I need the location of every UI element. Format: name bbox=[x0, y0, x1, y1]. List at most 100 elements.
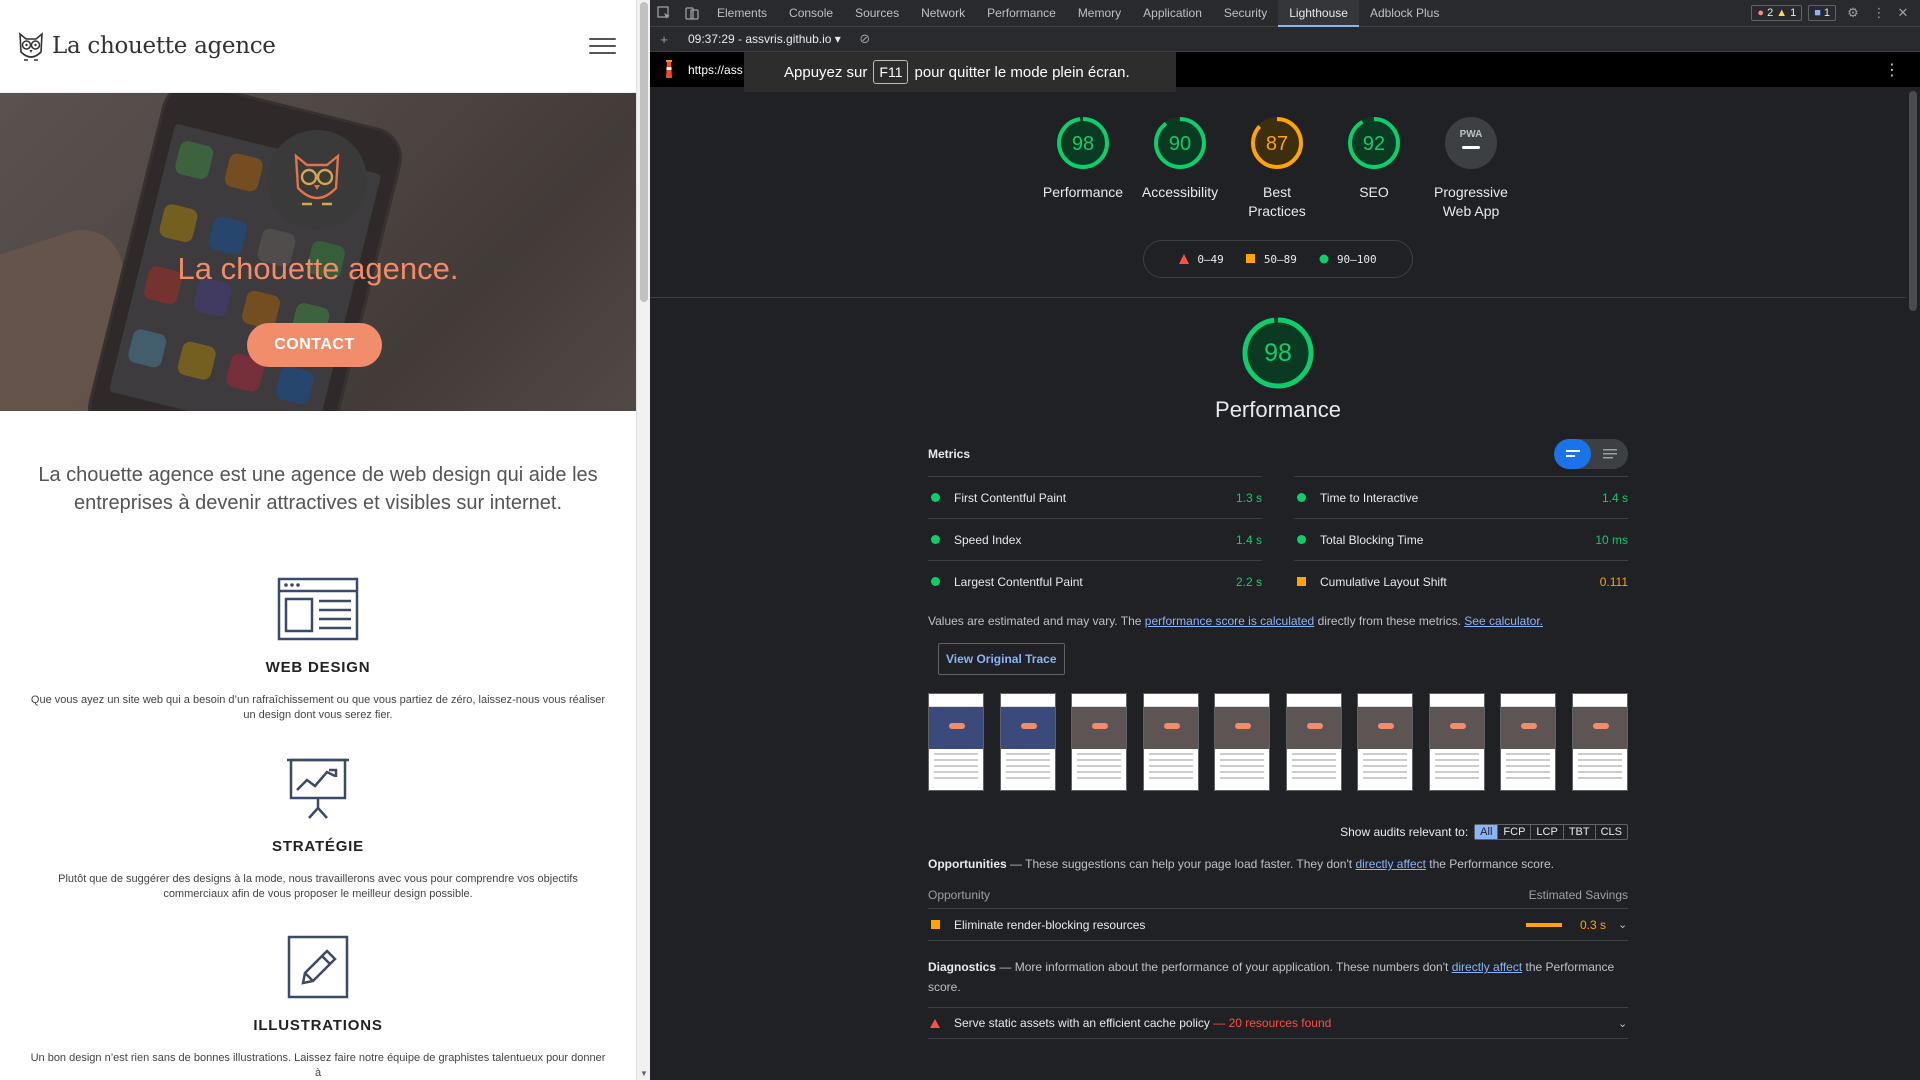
tab-adblock-plus[interactable]: Adblock Plus bbox=[1359, 0, 1450, 27]
pwa-badge-text: PWA bbox=[1460, 129, 1483, 140]
gauge-performance[interactable]: 98 Performance bbox=[1041, 113, 1125, 221]
compact-view-icon[interactable] bbox=[1554, 439, 1591, 469]
gauge-accessibility[interactable]: 90 Accessibility bbox=[1138, 113, 1222, 221]
settings-gear-icon[interactable]: ⚙ bbox=[1842, 0, 1864, 27]
gauge-progressive-web-app[interactable]: PWA Progressive Web App bbox=[1429, 113, 1513, 221]
more-options-icon[interactable]: ⋮ bbox=[1870, 0, 1888, 27]
new-report-plus-icon[interactable]: + bbox=[650, 26, 678, 53]
performance-score: 98 bbox=[1264, 339, 1292, 367]
metric-cls: Cumulative Layout Shift 0.111 bbox=[1294, 560, 1628, 602]
gauge-best-practices[interactable]: 87 Best Practices bbox=[1235, 113, 1319, 221]
performance-section: Metrics First Contentful Paint 1.3 s Time… bbox=[928, 439, 1628, 1039]
tab-memory[interactable]: Memory bbox=[1067, 0, 1132, 27]
service-text: Un bon design n’est rien sans de bonnes … bbox=[30, 1052, 606, 1079]
contact-button[interactable]: CONTACT bbox=[247, 323, 382, 367]
filmstrip-frame bbox=[1357, 693, 1414, 791]
scroll-down-arrow-icon[interactable]: ▼ bbox=[640, 1069, 648, 1078]
opportunity-render-blocking[interactable]: Eliminate render-blocking resources 0.3 … bbox=[928, 909, 1628, 941]
warning-icon: ▲ bbox=[1776, 7, 1788, 19]
filter-label: Show audits relevant to: bbox=[1340, 825, 1469, 839]
tab-performance[interactable]: Performance bbox=[976, 0, 1067, 27]
audit-savings: 0.3 s bbox=[1579, 917, 1606, 932]
performance-gauge: 98 bbox=[1242, 317, 1314, 389]
gauge-score: 98 bbox=[1072, 133, 1094, 155]
see-calculator-link[interactable]: See calculator. bbox=[1464, 614, 1543, 628]
warning-count: 1 bbox=[1790, 7, 1797, 19]
website-scrollbar[interactable]: ▼ bbox=[636, 0, 650, 1080]
diagnostic-cache-policy[interactable]: Serve static assets with an efficient ca… bbox=[928, 1007, 1628, 1039]
clear-reports-icon[interactable]: ⊘ bbox=[851, 26, 879, 53]
filter-chip-fcp[interactable]: FCP bbox=[1498, 825, 1532, 839]
metric-value: 1.3 s bbox=[1235, 490, 1262, 505]
chevron-down-icon[interactable]: ⌄ bbox=[1618, 918, 1628, 931]
note-text: directly from these metrics. bbox=[1317, 614, 1461, 628]
filmstrip-frame bbox=[1214, 693, 1271, 791]
audited-url[interactable]: https://ass bbox=[688, 63, 743, 77]
error-icon: ● bbox=[1757, 7, 1765, 19]
site-logo[interactable]: La chouette agence bbox=[16, 30, 276, 62]
directly-affect-link[interactable]: directly affect bbox=[1355, 857, 1425, 871]
report-selector[interactable]: 09:37:29 - assvris.github.io ▾ bbox=[678, 32, 851, 46]
scrollbar-thumb[interactable] bbox=[640, 2, 648, 302]
gauge-score: 90 bbox=[1169, 133, 1191, 155]
metric-fcp: First Contentful Paint 1.3 s bbox=[928, 476, 1262, 518]
metric-name: First Contentful Paint bbox=[954, 490, 1067, 505]
score-calculated-link[interactable]: performance score is calculated bbox=[1145, 614, 1314, 628]
tab-security[interactable]: Security bbox=[1213, 0, 1278, 27]
metric-name: Total Blocking Time bbox=[1320, 532, 1424, 547]
lighthouse-logo-icon bbox=[666, 59, 672, 78]
legend-pass-range: 90–100 bbox=[1336, 252, 1377, 266]
hero-section: La chouette agence. CONTACT bbox=[0, 93, 636, 411]
gauge-label: Performance bbox=[1042, 184, 1124, 200]
savings-bar bbox=[1525, 922, 1562, 927]
filmstrip bbox=[928, 693, 1628, 791]
filmstrip-frame bbox=[999, 693, 1056, 791]
expanded-view-icon[interactable] bbox=[1591, 439, 1628, 469]
device-toolbar-icon[interactable] bbox=[678, 0, 706, 27]
filter-chip-tbt[interactable]: TBT bbox=[1564, 825, 1596, 839]
service-web-design: WEB DESIGN Que vous ayez un site web qui… bbox=[0, 577, 636, 723]
hamburger-menu-icon[interactable] bbox=[589, 38, 616, 54]
filter-chip-lcp[interactable]: LCP bbox=[1531, 825, 1564, 839]
pencil-edit-icon bbox=[287, 935, 349, 999]
owl-logo-icon bbox=[19, 32, 43, 61]
chevron-down-icon[interactable]: ⌄ bbox=[1618, 1017, 1628, 1030]
logo-text: La chouette agence bbox=[52, 33, 276, 59]
audit-name: Eliminate render-blocking resources bbox=[954, 917, 1146, 932]
service-title: STRATÉGIE bbox=[272, 838, 364, 855]
report-menu-icon[interactable]: ⋮ bbox=[1884, 60, 1900, 80]
tab-console[interactable]: Console bbox=[778, 0, 844, 27]
diagnostics-desc: — More information about the performance… bbox=[999, 960, 1449, 974]
messages-counter[interactable]: ■ 1 bbox=[1808, 5, 1836, 21]
tab-lighthouse[interactable]: Lighthouse bbox=[1278, 0, 1359, 27]
legend-fail-range: 0–49 bbox=[1197, 252, 1224, 266]
performance-header: 98 Performance bbox=[650, 316, 1906, 423]
close-devtools-icon[interactable]: ✕ bbox=[1894, 0, 1912, 27]
filmstrip-frame bbox=[1571, 693, 1628, 791]
lighthouse-toolbar: + 09:37:29 - assvris.github.io ▾ ⊘ bbox=[650, 27, 1920, 52]
directly-affect-link[interactable]: directly affect bbox=[1452, 960, 1522, 974]
filter-chip-cls[interactable]: CLS bbox=[1596, 825, 1627, 839]
view-original-trace-button[interactable]: View Original Trace bbox=[938, 643, 1065, 675]
fail-triangle-icon bbox=[930, 1018, 940, 1028]
tab-application[interactable]: Application bbox=[1132, 0, 1213, 27]
toast-text-before: Appuyez sur bbox=[784, 63, 868, 81]
divider bbox=[650, 297, 1906, 298]
browser-window-icon bbox=[277, 577, 359, 641]
metrics-view-toggle[interactable] bbox=[1554, 439, 1628, 469]
issues-counter[interactable]: ● 2 ▲ 1 bbox=[1751, 5, 1803, 21]
gauge-label: Accessibility bbox=[1141, 184, 1219, 200]
service-text: Plutôt que de suggérer des designs à la … bbox=[58, 873, 578, 900]
inspect-element-icon[interactable] bbox=[650, 0, 678, 27]
tab-sources[interactable]: Sources bbox=[844, 0, 910, 27]
tab-elements[interactable]: Elements bbox=[706, 0, 778, 27]
gauge-seo[interactable]: 92 SEO bbox=[1332, 113, 1416, 221]
filter-chip-all[interactable]: All bbox=[1475, 825, 1499, 839]
metrics-title: Metrics bbox=[928, 447, 971, 461]
pass-circle-icon bbox=[931, 577, 940, 586]
report-scrollbar[interactable] bbox=[1906, 87, 1920, 1080]
tab-network[interactable]: Network bbox=[910, 0, 976, 27]
gauge-label: Progressive Web App bbox=[1434, 184, 1508, 219]
scrollbar-thumb[interactable] bbox=[1909, 91, 1917, 311]
fullscreen-toast: Appuyez sur F11 pour quitter le mode ple… bbox=[744, 52, 1176, 92]
